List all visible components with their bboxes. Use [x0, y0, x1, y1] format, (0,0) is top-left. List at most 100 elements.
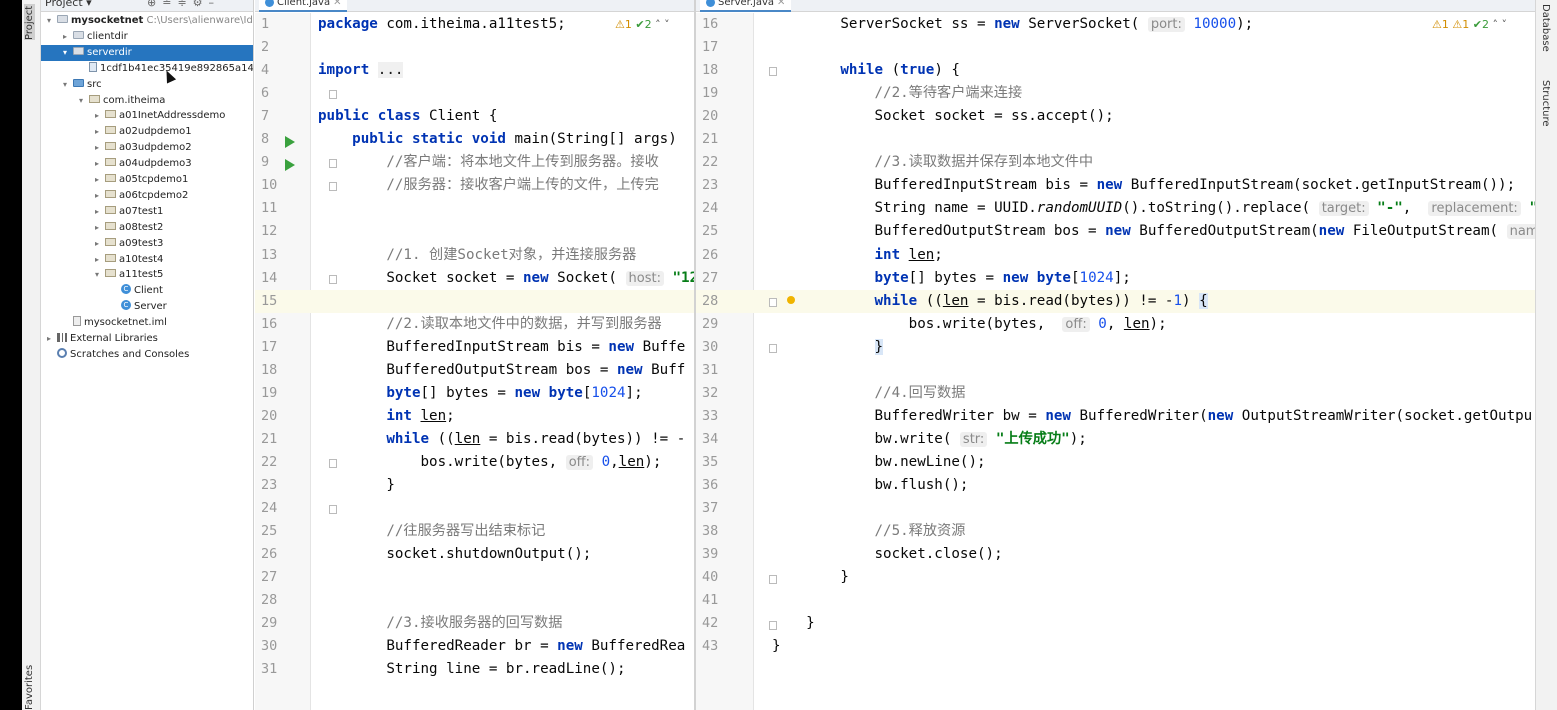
- code-line[interactable]: 6: [255, 82, 694, 105]
- code-line[interactable]: 31: [696, 359, 1535, 382]
- code-line[interactable]: 7 public class Client {: [255, 105, 694, 128]
- code-line[interactable]: 17 BufferedInputStream bis = new Buffe: [255, 336, 694, 359]
- code-line[interactable]: 1 package com.itheima.a11test5;: [255, 13, 694, 36]
- client-code-area[interactable]: 1 package com.itheima.a11test5; 2 4 import .…: [255, 13, 694, 710]
- code-line[interactable]: 25 BufferedOutputStream bos = new Buffer…: [696, 220, 1535, 243]
- code-line[interactable]: 18 BufferedOutputStream bos = new Buff: [255, 359, 694, 382]
- tree-item[interactable]: ▾ mysocketnet C:\Users\alienware\IdeaProj…: [41, 13, 253, 29]
- fold-icon[interactable]: [769, 575, 777, 584]
- code-line[interactable]: 4 import ...: [255, 59, 694, 82]
- tree-item[interactable]: ▸ a08test2: [41, 220, 253, 236]
- chevron-right-icon[interactable]: ▸: [95, 108, 105, 124]
- fold-icon[interactable]: [769, 344, 777, 353]
- code-line[interactable]: 10 //服务器：接收客户端上传的文件，上传完: [255, 174, 694, 197]
- expand-icon[interactable]: ≑: [177, 0, 192, 9]
- code-line[interactable]: 25 //往服务器写出结束标记: [255, 520, 694, 543]
- code-line[interactable]: 29 bos.write(bytes, off: 0, len);: [696, 313, 1535, 336]
- tree-item[interactable]: ▸ a09test3: [41, 236, 253, 252]
- chevron-right-icon[interactable]: ▸: [95, 204, 105, 220]
- project-tool-tab[interactable]: Project: [24, 4, 35, 40]
- chevron-right-icon[interactable]: ▸: [95, 252, 105, 268]
- code-line[interactable]: 15: [255, 289, 694, 313]
- code-line[interactable]: 16 //2.读取本地文件中的数据，并写到服务器: [255, 313, 694, 336]
- code-line[interactable]: 20 Socket socket = ss.accept();: [696, 105, 1535, 128]
- tree-item[interactable]: ▾ a11test5: [41, 267, 253, 283]
- tree-item[interactable]: ▸ a10test4: [41, 252, 253, 268]
- tab-server-java[interactable]: Server.java ✕: [700, 0, 792, 12]
- tree-item[interactable]: ▸ clientdir: [41, 29, 253, 45]
- close-icon[interactable]: ✕: [777, 0, 785, 8]
- code-line[interactable]: 26 socket.shutdownOutput();: [255, 543, 694, 566]
- code-line[interactable]: 31 String line = br.readLine();: [255, 658, 694, 681]
- tree-item[interactable]: ▸ a01InetAddressdemo: [41, 108, 253, 124]
- code-line[interactable]: 2: [255, 36, 694, 59]
- code-line[interactable]: 13 //1. 创建Socket对象，并连接服务器: [255, 244, 694, 267]
- code-line[interactable]: 27: [255, 566, 694, 589]
- tree-item[interactable]: Scratches and Consoles: [41, 347, 253, 363]
- tree-item[interactable]: ▸ External Libraries: [41, 331, 253, 347]
- tree-item[interactable]: ▾ com.itheima: [41, 93, 253, 109]
- code-line[interactable]: 16 ServerSocket ss = new ServerSocket( p…: [696, 13, 1535, 36]
- code-line[interactable]: 41: [696, 589, 1535, 612]
- fold-icon[interactable]: [329, 90, 337, 99]
- code-line[interactable]: 42 }: [696, 612, 1535, 635]
- gear-icon[interactable]: ⚙: [193, 0, 209, 9]
- code-line[interactable]: 40 }: [696, 566, 1535, 589]
- tree-item[interactable]: ▾ src: [41, 77, 253, 93]
- code-line[interactable]: 38 //5.释放资源: [696, 520, 1535, 543]
- code-line[interactable]: 29 //3.接收服务器的回写数据: [255, 612, 694, 635]
- code-line[interactable]: 28: [255, 589, 694, 612]
- favorites-tool-tab[interactable]: Favorites: [24, 660, 35, 710]
- code-line[interactable]: 18 while (true) {: [696, 59, 1535, 82]
- code-line[interactable]: 30 }: [696, 336, 1535, 359]
- fold-icon[interactable]: [329, 275, 337, 284]
- tree-item[interactable]: 1cdf1b41ec35419e892865a142ce8c17.jpg: [41, 61, 253, 77]
- code-line[interactable]: 28 while ((len = bis.read(bytes)) != -1)…: [696, 289, 1535, 313]
- fold-icon[interactable]: [329, 159, 337, 168]
- tree-item[interactable]: ▸ a02udpdemo1: [41, 124, 253, 140]
- fold-icon[interactable]: [329, 182, 337, 191]
- run-icon[interactable]: [285, 159, 295, 171]
- chevron-right-icon[interactable]: ▸: [63, 29, 73, 45]
- tree-item[interactable]: ▸ a03udpdemo2: [41, 140, 253, 156]
- chevron-down-icon[interactable]: ▾: [63, 45, 73, 61]
- database-tool-tab[interactable]: Database: [1540, 4, 1551, 52]
- fold-icon[interactable]: [329, 459, 337, 468]
- tree-item[interactable]: ▸ a07test1: [41, 204, 253, 220]
- fold-icon[interactable]: [769, 67, 777, 76]
- hide-icon[interactable]: –: [209, 0, 221, 9]
- tree-item[interactable]: C Server: [41, 299, 253, 315]
- code-line[interactable]: 33 BufferedWriter bw = new BufferedWrite…: [696, 405, 1535, 428]
- run-icon[interactable]: [285, 136, 295, 148]
- code-line[interactable]: 24 String name = UUID.randomUUID().toStr…: [696, 197, 1535, 220]
- fold-icon[interactable]: [769, 621, 777, 630]
- server-code-area[interactable]: 16 ServerSocket ss = new ServerSocket( p…: [696, 13, 1535, 710]
- chevron-right-icon[interactable]: ▸: [47, 331, 57, 347]
- locate-icon[interactable]: ⊕: [147, 0, 162, 9]
- code-line[interactable]: 22 bos.write(bytes, off: 0,len);: [255, 451, 694, 474]
- code-line[interactable]: 26 int len;: [696, 244, 1535, 267]
- code-line[interactable]: 12: [255, 220, 694, 243]
- chevron-right-icon[interactable]: ▸: [95, 172, 105, 188]
- code-line[interactable]: 19 //2.等待客户端来连接: [696, 82, 1535, 105]
- code-line[interactable]: 20 int len;: [255, 405, 694, 428]
- chevron-right-icon[interactable]: ▸: [95, 156, 105, 172]
- project-view-selector[interactable]: Project ▾: [45, 0, 92, 9]
- code-line[interactable]: 32 //4.回写数据: [696, 382, 1535, 405]
- chevron-right-icon[interactable]: ▸: [95, 220, 105, 236]
- chevron-down-icon[interactable]: ▾: [79, 93, 89, 109]
- code-line[interactable]: 37: [696, 497, 1535, 520]
- code-line[interactable]: 21: [696, 128, 1535, 151]
- code-line[interactable]: 23 BufferedInputStream bis = new Buffere…: [696, 174, 1535, 197]
- code-line[interactable]: 27 byte[] bytes = new byte[1024];: [696, 267, 1535, 290]
- chevron-right-icon[interactable]: ▸: [95, 140, 105, 156]
- code-line[interactable]: 17: [696, 36, 1535, 59]
- chevron-down-icon[interactable]: ▾: [47, 13, 57, 29]
- tree-item[interactable]: ▸ a04udpdemo3: [41, 156, 253, 172]
- tree-item[interactable]: mysocketnet.iml: [41, 315, 253, 331]
- close-icon[interactable]: ✕: [333, 0, 341, 8]
- tree-item[interactable]: ▸ a06tcpdemo2: [41, 188, 253, 204]
- fold-icon[interactable]: [769, 298, 777, 307]
- code-line[interactable]: 34 bw.write( str: "上传成功");: [696, 428, 1535, 451]
- tree-item[interactable]: ▸ a05tcpdemo1: [41, 172, 253, 188]
